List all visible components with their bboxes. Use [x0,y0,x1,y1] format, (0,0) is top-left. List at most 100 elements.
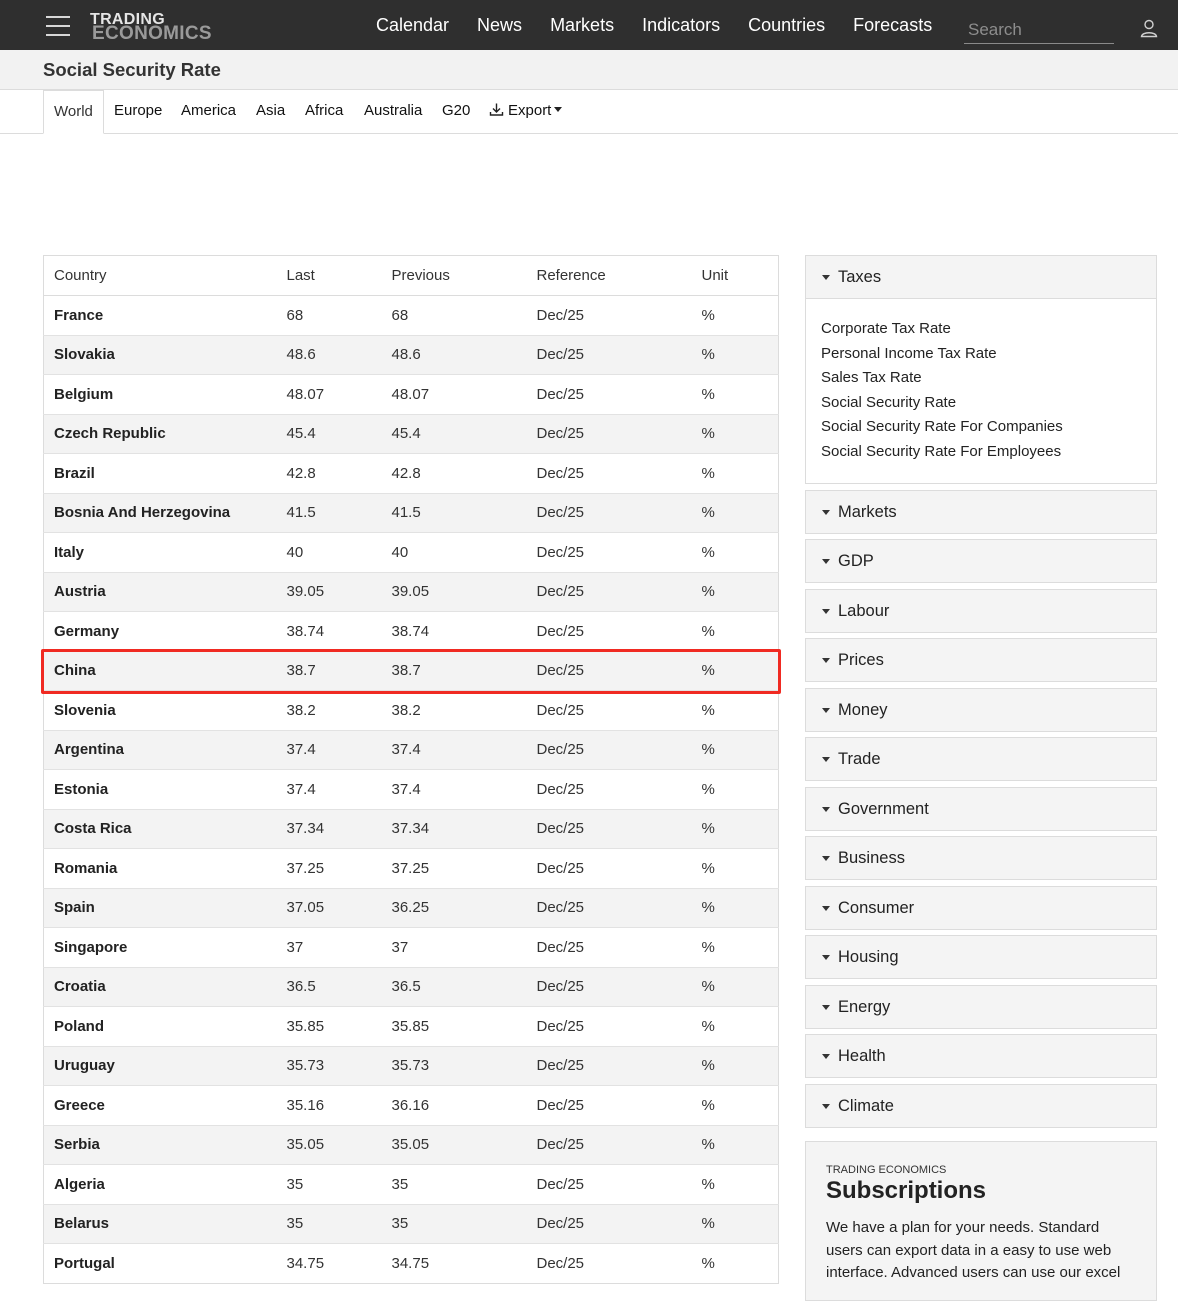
table-row[interactable]: China 38.7 38.7 Dec/25% [43,650,779,691]
cell-country: Slovenia [43,690,277,730]
nav-news[interactable]: News [477,15,522,36]
country-link[interactable]: Poland [54,1018,104,1035]
table-row[interactable]: Bosnia And Herzegovina 41.5 41.5 Dec/25% [43,492,779,533]
panel-header-markets[interactable]: Markets [805,489,1157,534]
table-row[interactable]: Greece 35.16 36.16 Dec/25% [43,1085,779,1125]
cell-unit: % [691,374,779,414]
sidebar-link-social-security-rate-companies[interactable]: Social Security Rate For Companies [821,415,1156,440]
country-link[interactable]: China [54,662,96,679]
panel-header-trade[interactable]: Trade [805,737,1157,782]
column-header-unit[interactable]: Unit [691,255,779,296]
column-header-country[interactable]: Country [43,255,277,296]
tab-africa[interactable]: Africa [305,90,343,134]
panel-header-prices[interactable]: Prices [805,638,1157,683]
country-link[interactable]: Romania [54,860,117,877]
table-row[interactable]: Argentina 37.4 37.4 Dec/25% [43,729,779,770]
nav-markets[interactable]: Markets [550,15,614,36]
table-row[interactable]: Slovenia 38.2 38.2 Dec/25% [43,690,779,730]
table-row[interactable]: Singapore 37 37 Dec/25% [43,927,779,967]
country-link[interactable]: Belarus [54,1215,109,1232]
country-link[interactable]: Italy [54,544,84,561]
panel-header-business[interactable]: Business [805,836,1157,881]
panel-header-consumer[interactable]: Consumer [805,885,1157,930]
column-header-reference[interactable]: Reference [526,255,692,296]
country-link[interactable]: Spain [54,899,95,916]
tab-america[interactable]: America [181,90,236,134]
cell-last: 37.25 [276,848,382,888]
sidebar-link-corporate-tax-rate[interactable]: Corporate Tax Rate [821,317,1156,342]
country-link[interactable]: Austria [54,583,106,600]
table-row[interactable]: Spain 37.05 36.25 Dec/25% [43,887,779,928]
user-icon[interactable] [1139,18,1159,38]
country-link[interactable]: Costa Rica [54,820,132,837]
cell-previous: 37.34 [381,808,527,849]
table-row[interactable]: Estonia 37.4 37.4 Dec/25% [43,769,779,809]
export-dropdown[interactable]: Export [489,90,563,134]
tab-asia[interactable]: Asia [256,90,285,134]
panel-title: Energy [838,997,891,1016]
country-link[interactable]: Bosnia And Herzegovina [54,504,230,521]
country-link[interactable]: Slovakia [54,346,115,363]
table-row[interactable]: Italy 40 40 Dec/25% [43,532,779,572]
panel-header-climate[interactable]: Climate [805,1083,1157,1128]
column-header-previous[interactable]: Previous [381,255,527,296]
logo[interactable]: TRADING ECONOMICS [90,12,212,44]
panel-header-energy[interactable]: Energy [805,984,1157,1029]
sidebar-link-social-security-rate[interactable]: Social Security Rate [821,391,1156,416]
panel-header-gdp[interactable]: GDP [805,539,1157,584]
country-link[interactable]: Slovenia [54,702,116,719]
sidebar-link-sales-tax-rate[interactable]: Sales Tax Rate [821,366,1156,391]
country-link[interactable]: Greece [54,1097,105,1114]
table-row[interactable]: Germany 38.74 38.74 Dec/25% [43,611,779,651]
table-row[interactable]: Poland 35.85 35.85 Dec/25% [43,1006,779,1046]
table-row[interactable]: Uruguay 35.73 35.73 Dec/25% [43,1045,779,1086]
nav-forecasts[interactable]: Forecasts [853,15,932,36]
table-row[interactable]: France 68 68 Dec/25% [43,295,779,335]
table-row[interactable]: Portugal 34.75 34.75 Dec/25% [43,1243,779,1283]
tab-world[interactable]: World [43,90,104,134]
sidebar-link-personal-income-tax-rate[interactable]: Personal Income Tax Rate [821,342,1156,367]
table-row[interactable]: Croatia 36.5 36.5 Dec/25% [43,966,779,1007]
search-input[interactable] [964,16,1114,44]
nav-indicators[interactable]: Indicators [642,15,720,36]
table-row[interactable]: Algeria 35 35 Dec/25% [43,1164,779,1204]
table-row[interactable]: Brazil 42.8 42.8 Dec/25% [43,453,779,493]
panel-header-money[interactable]: Money [805,687,1157,732]
country-link[interactable]: Croatia [54,978,106,995]
country-link[interactable]: Portugal [54,1255,115,1272]
country-link[interactable]: Uruguay [54,1057,115,1074]
nav-countries[interactable]: Countries [748,15,825,36]
tab-g20[interactable]: G20 [442,90,470,134]
country-link[interactable]: Algeria [54,1176,105,1193]
panel-header-housing[interactable]: Housing [805,935,1157,980]
country-link[interactable]: Belgium [54,386,113,403]
tab-europe[interactable]: Europe [114,90,162,134]
tab-australia[interactable]: Australia [364,90,422,134]
hamburger-menu-icon[interactable] [46,16,70,36]
country-link[interactable]: Brazil [54,465,95,482]
table-row[interactable]: Slovakia 48.6 48.6 Dec/25% [43,334,779,375]
country-link[interactable]: Argentina [54,741,124,758]
table-row[interactable]: Belgium 48.07 48.07 Dec/25% [43,374,779,414]
country-link[interactable]: France [54,307,103,324]
country-link[interactable]: Czech Republic [54,425,166,442]
column-header-last[interactable]: Last [276,255,382,296]
country-link[interactable]: Germany [54,623,119,640]
sidebar-link-social-security-rate-employees[interactable]: Social Security Rate For Employees [821,440,1156,465]
cell-last: 35 [276,1164,382,1204]
panel-header-government[interactable]: Government [805,786,1157,831]
country-link[interactable]: Serbia [54,1136,100,1153]
nav-calendar[interactable]: Calendar [376,15,449,36]
panel-header-health[interactable]: Health [805,1034,1157,1079]
country-link[interactable]: Singapore [54,939,127,956]
table-row[interactable]: Costa Rica 37.34 37.34 Dec/25% [43,808,779,849]
subscriptions-box: TRADING ECONOMICS Subscriptions We have … [805,1141,1157,1301]
table-row[interactable]: Czech Republic 45.4 45.4 Dec/25% [43,413,779,454]
country-link[interactable]: Estonia [54,781,108,798]
panel-header-labour[interactable]: Labour [805,588,1157,633]
table-row[interactable]: Austria 39.05 39.05 Dec/25% [43,571,779,612]
table-row[interactable]: Romania 37.25 37.25 Dec/25% [43,848,779,888]
panel-header-taxes[interactable]: Taxes [805,255,1157,299]
table-row[interactable]: Belarus 35 35 Dec/25% [43,1203,779,1244]
table-row[interactable]: Serbia 35.05 35.05 Dec/25% [43,1124,779,1165]
